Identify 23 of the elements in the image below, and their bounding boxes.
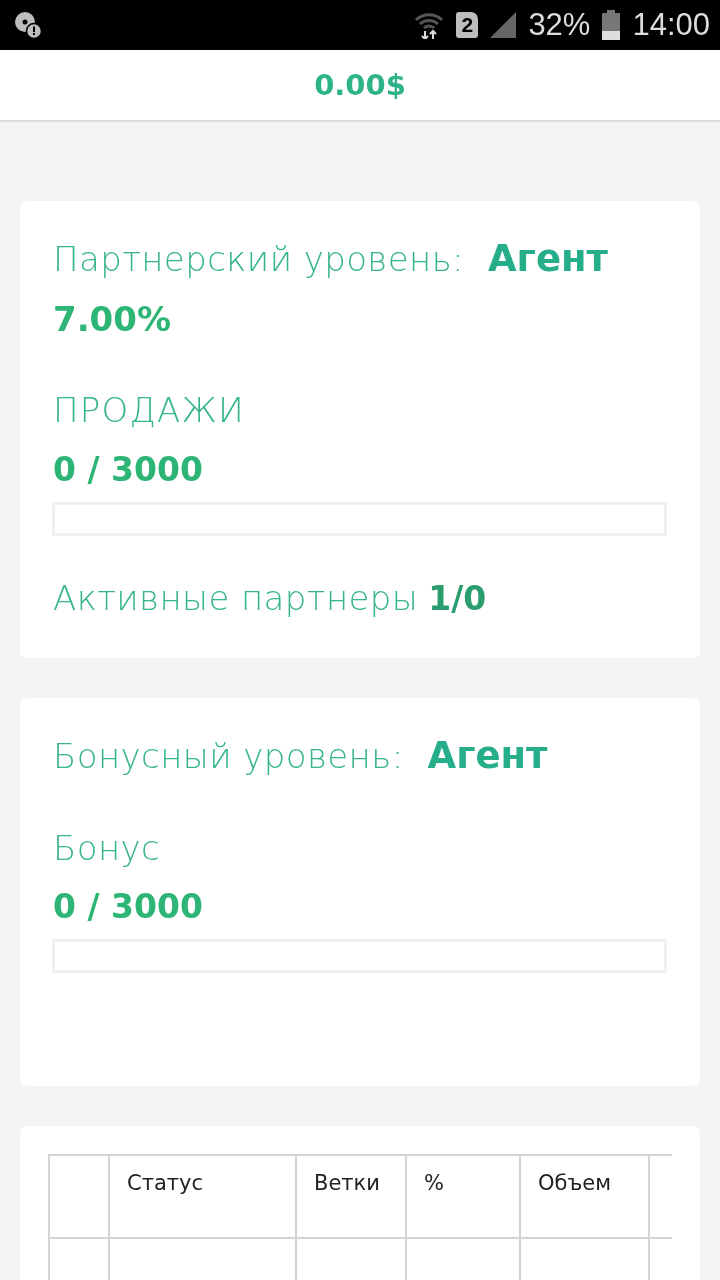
bonus-value: 0 / 3000 xyxy=(53,886,203,928)
battery-percent: 32% xyxy=(528,7,591,43)
partner-level-name: Агент xyxy=(487,236,608,282)
bonus-level-label: Бонусный уровень: xyxy=(53,735,404,778)
commission-percent: 7.00% xyxy=(53,298,171,341)
battery-icon xyxy=(602,10,621,40)
signal-icon xyxy=(490,12,517,38)
sales-value: 0 / 3000 xyxy=(53,449,203,491)
sim-slot-badge: 2 xyxy=(456,12,479,38)
partner-level-label: Партнерский уровень: xyxy=(53,238,464,281)
table-header-cell: % xyxy=(406,1155,520,1238)
active-partners-label: Активные партнеры xyxy=(53,577,419,620)
active-partners-value: 1/0 xyxy=(428,578,487,620)
balance-amount: 0.00$ xyxy=(314,68,406,102)
table-header-cell: Ветки xyxy=(296,1155,406,1238)
table-header-cell: Статус xyxy=(109,1155,296,1238)
bonus-label: Бонус xyxy=(53,827,161,870)
clock: 14:00 xyxy=(632,7,710,43)
sales-label: ПРОДАЖИ xyxy=(53,389,245,432)
wifi-icon xyxy=(414,11,445,39)
disc-alert-icon xyxy=(14,11,42,39)
table-header-cell: Объем xyxy=(520,1155,649,1238)
bonus-level-name: Агент xyxy=(427,733,548,779)
